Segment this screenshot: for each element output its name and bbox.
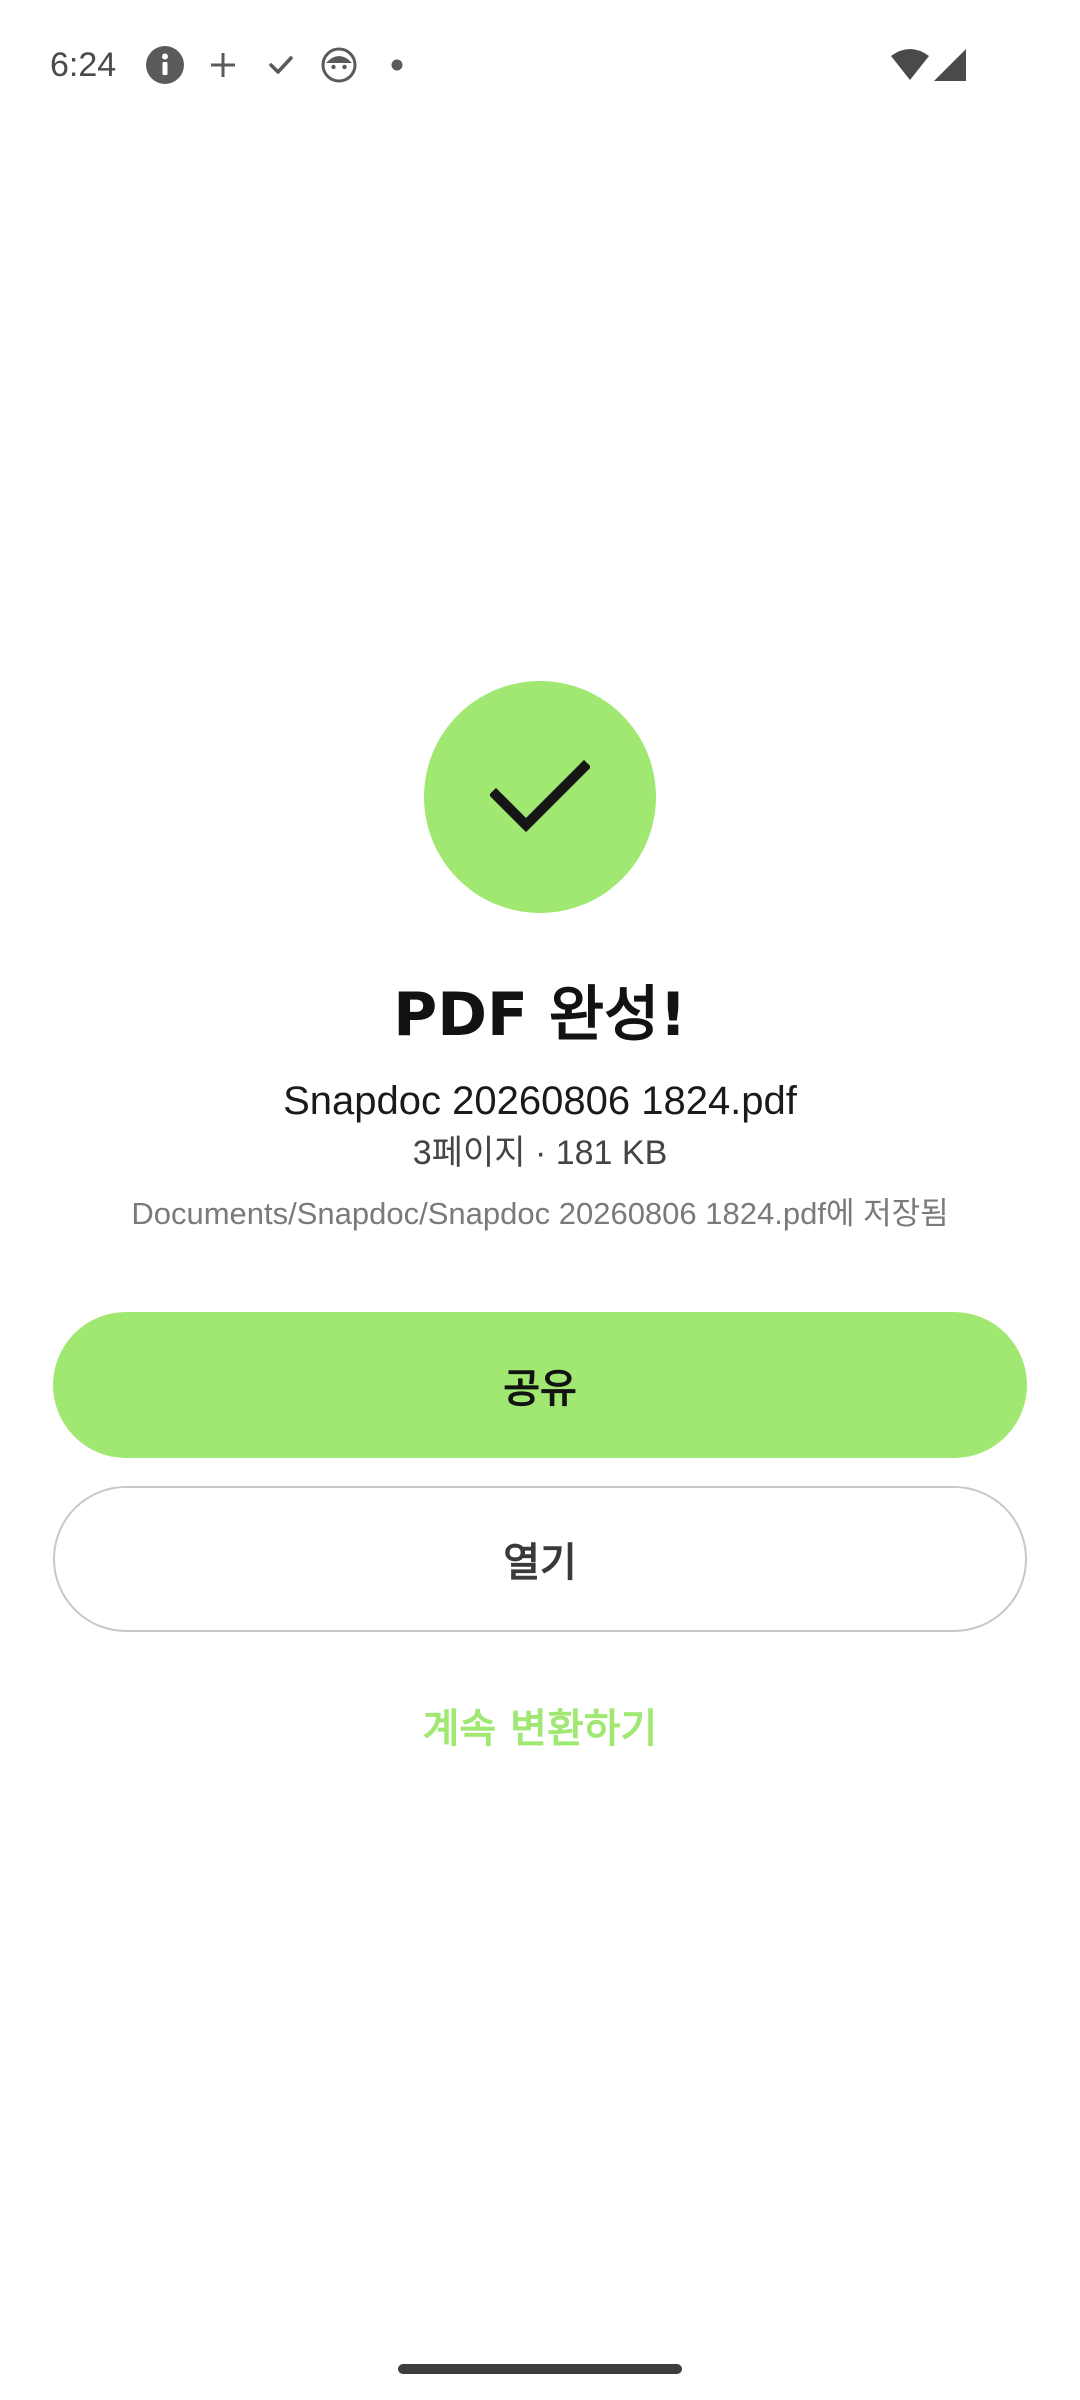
android-face-icon xyxy=(318,44,360,86)
open-button-label: 열기 xyxy=(503,1540,577,1586)
share-button-label: 공유 xyxy=(503,1366,577,1412)
success-badge xyxy=(424,681,656,913)
status-bar: 6:24 xyxy=(0,0,1080,130)
status-time: 6:24 xyxy=(50,46,117,84)
cellular-signal-icon xyxy=(930,45,970,85)
continue-converting-button[interactable]: 계속 변환하기 xyxy=(340,1690,740,1760)
saved-path: Documents/Snapdoc/Snapdoc 20260806 1824.… xyxy=(131,1196,949,1231)
wifi-icon xyxy=(890,45,930,85)
file-name: Snapdoc 20260806 1824.pdf xyxy=(283,1079,797,1123)
continue-converting-label: 계속 변환하기 xyxy=(422,1706,658,1752)
open-button[interactable]: 열기 xyxy=(53,1486,1027,1632)
notification-icons xyxy=(144,44,434,86)
system-icons xyxy=(890,44,970,86)
check-icon xyxy=(260,44,302,86)
file-meta: 3페이지 · 181 KB xyxy=(412,1134,668,1172)
share-button[interactable]: 공유 xyxy=(53,1312,1027,1458)
page-title: PDF 완성! xyxy=(393,980,687,1050)
home-indicator[interactable] xyxy=(398,2364,682,2374)
info-icon xyxy=(144,44,186,86)
plus-icon xyxy=(202,44,244,86)
checkmark-icon xyxy=(490,759,590,833)
dot-icon xyxy=(376,44,418,86)
